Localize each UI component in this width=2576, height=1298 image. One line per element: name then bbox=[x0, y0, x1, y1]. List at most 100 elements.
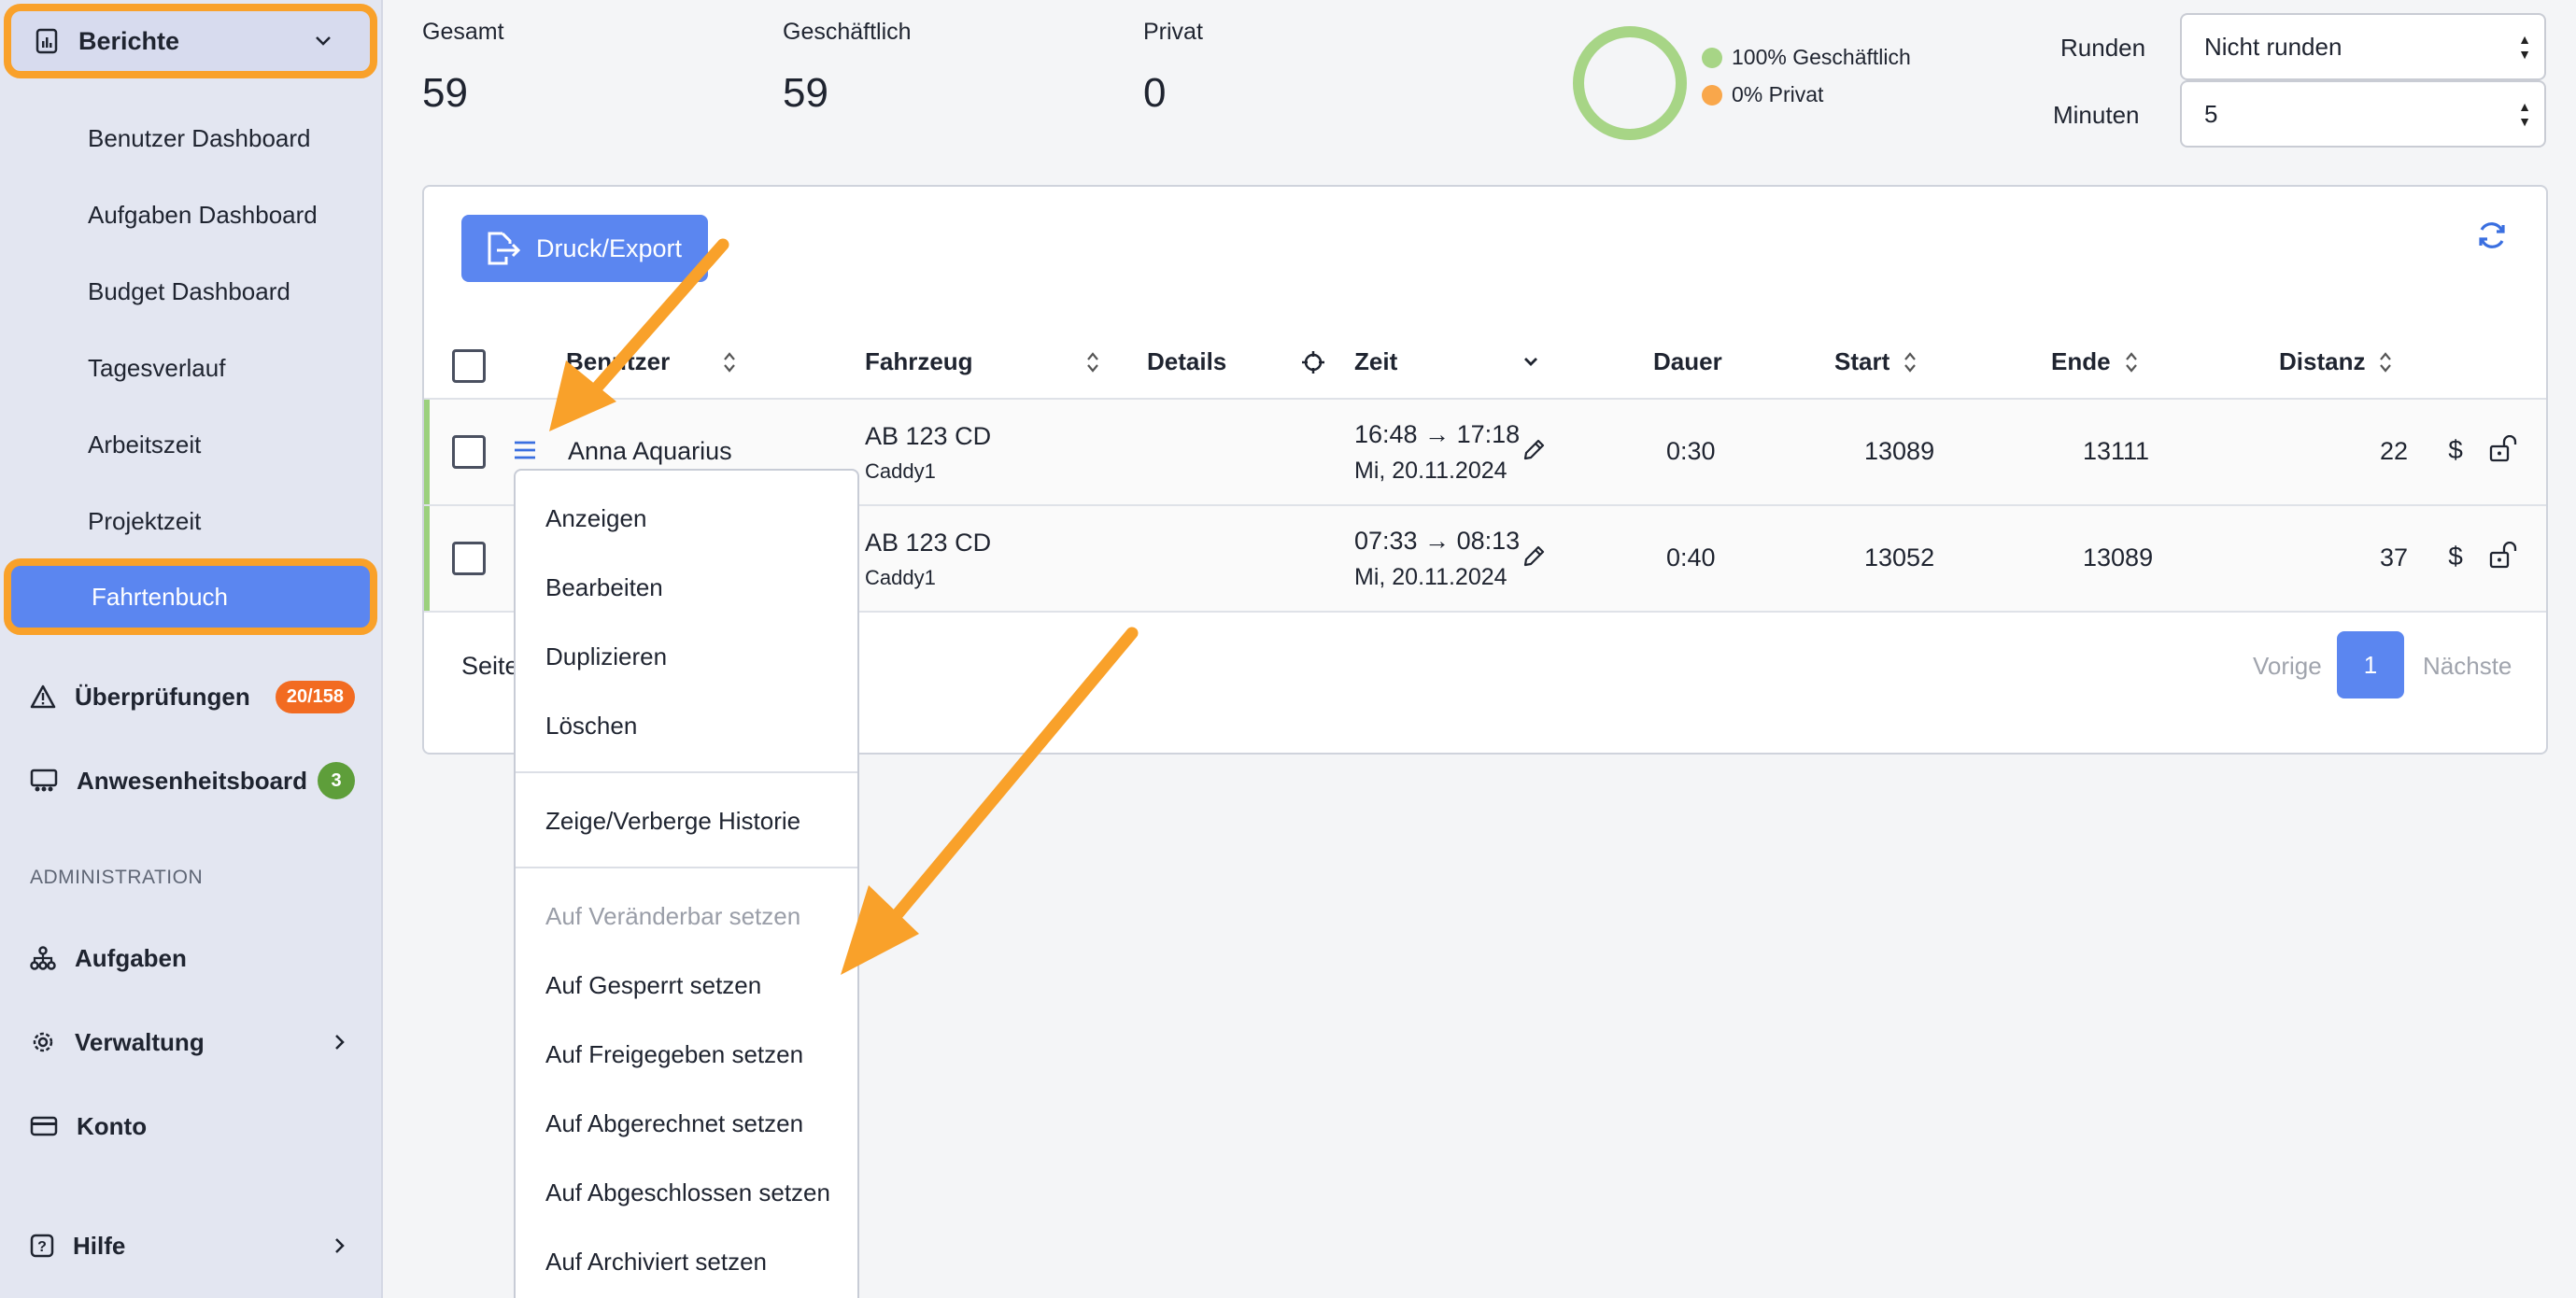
menu-item-set-locked[interactable]: Auf Gesperrt setzen bbox=[545, 971, 761, 1000]
column-header-start[interactable]: Start bbox=[1834, 347, 1918, 376]
sidebar-item-label: Hilfe bbox=[73, 1231, 126, 1260]
column-header-label: Distanz bbox=[2279, 347, 2366, 375]
unlock-icon[interactable] bbox=[2488, 542, 2520, 570]
legend-dot bbox=[1702, 84, 1722, 106]
stat-total: Gesamt 59 bbox=[422, 19, 504, 117]
menu-item-edit[interactable]: Bearbeiten bbox=[545, 573, 663, 602]
sidebar-item-user-dashboard[interactable]: Benutzer Dashboard bbox=[0, 110, 383, 166]
row-user: Anna Aquarius bbox=[568, 437, 732, 465]
sidebar-item-project-time[interactable]: Projektzeit bbox=[0, 493, 383, 549]
select-all-checkbox[interactable] bbox=[452, 349, 486, 383]
row-start: 13052 bbox=[1864, 543, 1935, 571]
select-arrows-icon: ▲ ▼ bbox=[2518, 32, 2531, 62]
row-checkbox[interactable] bbox=[452, 435, 486, 469]
row-context-menu: Anzeigen Bearbeiten Duplizieren Löschen … bbox=[514, 469, 859, 1298]
menu-item-set-closed[interactable]: Auf Abgeschlossen setzen bbox=[545, 1178, 830, 1207]
sort-icon bbox=[1085, 350, 1100, 374]
sidebar-item-label: Aufgaben bbox=[75, 943, 187, 972]
row-checkbox[interactable] bbox=[452, 542, 486, 575]
row-menu-icon[interactable] bbox=[512, 439, 538, 461]
export-button[interactable]: Druck/Export bbox=[461, 215, 708, 282]
chevron-down-icon bbox=[314, 35, 333, 47]
edit-pencil-icon[interactable] bbox=[1521, 437, 1547, 463]
stat-label: Privat bbox=[1143, 19, 1203, 45]
sort-icon bbox=[722, 350, 737, 374]
row-time-range: 07:33 → 08:13 bbox=[1354, 527, 1521, 555]
sidebar-item-working-time[interactable]: Arbeitszeit bbox=[0, 416, 383, 473]
dollar-icon[interactable]: $ bbox=[2445, 435, 2466, 465]
hierarchy-icon bbox=[30, 946, 56, 970]
sort-icon bbox=[1903, 350, 1918, 374]
pager-current[interactable]: 1 bbox=[2337, 631, 2404, 698]
sidebar-item-admin[interactable]: Verwaltung bbox=[0, 1012, 383, 1072]
sidebar-item-task-dashboard[interactable]: Aufgaben Dashboard bbox=[0, 187, 383, 243]
menu-item-duplicate[interactable]: Duplizieren bbox=[545, 642, 667, 671]
status-badge: 3 bbox=[318, 762, 355, 799]
sidebar-item-budget-dashboard[interactable]: Budget Dashboard bbox=[0, 263, 383, 319]
stat-value: 59 bbox=[422, 70, 468, 116]
menu-item-delete[interactable]: Löschen bbox=[545, 712, 637, 741]
sidebar-item-tasks[interactable]: Aufgaben bbox=[0, 928, 383, 988]
crosshair-icon[interactable] bbox=[1300, 349, 1326, 375]
stat-value: 59 bbox=[783, 70, 828, 116]
sidebar-item-account[interactable]: Konto bbox=[0, 1096, 383, 1156]
pager-prev[interactable]: Vorige bbox=[2253, 652, 2322, 681]
row-end: 13089 bbox=[2083, 543, 2154, 571]
column-header-distance[interactable]: Distanz bbox=[2279, 347, 2393, 376]
minutes-select-value: 5 bbox=[2204, 99, 2218, 128]
stat-business: Geschäftlich 59 bbox=[783, 19, 912, 117]
chevron-right-icon bbox=[334, 1033, 346, 1051]
menu-item-set-billed[interactable]: Auf Abgerechnet setzen bbox=[545, 1109, 803, 1138]
column-header-end[interactable]: Ende bbox=[2051, 347, 2139, 376]
sidebar-item-label: Benutzer Dashboard bbox=[88, 123, 311, 152]
svg-text:?: ? bbox=[37, 1239, 47, 1255]
menu-divider bbox=[516, 867, 857, 868]
menu-item-show[interactable]: Anzeigen bbox=[545, 504, 646, 533]
row-distance: 37 bbox=[2380, 543, 2409, 571]
svg-text:$: $ bbox=[2448, 542, 2463, 571]
sidebar-item-help[interactable]: ? Hilfe bbox=[0, 1216, 383, 1276]
stat-private: Privat 0 bbox=[1143, 19, 1203, 117]
pager-next[interactable]: Nächste bbox=[2423, 652, 2512, 681]
column-header-time[interactable]: Zeit bbox=[1354, 347, 1539, 376]
column-header-user[interactable]: Benutzer bbox=[566, 347, 737, 376]
sidebar: Berichte Benutzer Dashboard Aufgaben Das… bbox=[0, 0, 383, 1298]
section-label-administration: ADMINISTRATION bbox=[30, 867, 204, 888]
dollar-icon[interactable]: $ bbox=[2445, 542, 2466, 571]
sidebar-item-label: Anwesenheitsboard bbox=[77, 766, 308, 795]
sidebar-item-reports[interactable]: Berichte bbox=[4, 4, 377, 78]
menu-item-set-archived[interactable]: Auf Archiviert setzen bbox=[545, 1248, 767, 1277]
row-plate: AB 123 CD bbox=[865, 529, 992, 557]
sidebar-item-checks[interactable]: Überprüfungen 20/158 bbox=[0, 667, 383, 727]
column-header-label: Benutzer bbox=[566, 347, 671, 375]
sidebar-item-label: Verwaltung bbox=[75, 1027, 205, 1056]
row-date: Mi, 20.11.2024 bbox=[1354, 458, 1507, 484]
minutes-select[interactable]: 5 ▲ ▼ bbox=[2180, 80, 2546, 148]
credit-card-icon bbox=[30, 1116, 58, 1136]
sidebar-item-daily-history[interactable]: Tagesverlauf bbox=[0, 340, 383, 396]
sidebar-item-label: Berichte bbox=[78, 26, 180, 55]
unlock-icon[interactable] bbox=[2488, 435, 2520, 463]
column-header-duration[interactable]: Dauer bbox=[1653, 347, 1722, 376]
column-header-details[interactable]: Details bbox=[1147, 347, 1226, 376]
edit-pencil-icon[interactable] bbox=[1521, 543, 1547, 570]
round-select[interactable]: Nicht runden ▲ ▼ bbox=[2180, 13, 2546, 80]
sidebar-item-presence[interactable]: Anwesenheitsboard 3 bbox=[0, 751, 383, 811]
legend-business: 100% Geschäftlich bbox=[1702, 45, 1911, 70]
gear-icon bbox=[33, 1032, 53, 1052]
column-header-vehicle[interactable]: Fahrzeug bbox=[865, 347, 1100, 376]
menu-item-toggle-history[interactable]: Zeige/Verberge Historie bbox=[545, 807, 800, 836]
select-arrows-icon: ▲ ▼ bbox=[2518, 99, 2531, 129]
stat-label: Gesamt bbox=[422, 19, 504, 45]
help-icon: ? bbox=[30, 1234, 54, 1258]
menu-item-set-released[interactable]: Auf Freigegeben setzen bbox=[545, 1040, 803, 1069]
column-header-label: Dauer bbox=[1653, 347, 1722, 375]
donut-business-slice bbox=[1573, 26, 1687, 140]
row-car: Caddy1 bbox=[865, 459, 936, 483]
row-date: Mi, 20.11.2024 bbox=[1354, 564, 1507, 590]
refresh-icon[interactable] bbox=[2475, 219, 2509, 252]
sidebar-item-label: Projektzeit bbox=[88, 506, 202, 535]
sidebar-item-label: Aufgaben Dashboard bbox=[88, 200, 318, 229]
sidebar-item-logbook[interactable]: Fahrtenbuch bbox=[4, 558, 377, 635]
sidebar-item-label: Überprüfungen bbox=[75, 682, 250, 711]
